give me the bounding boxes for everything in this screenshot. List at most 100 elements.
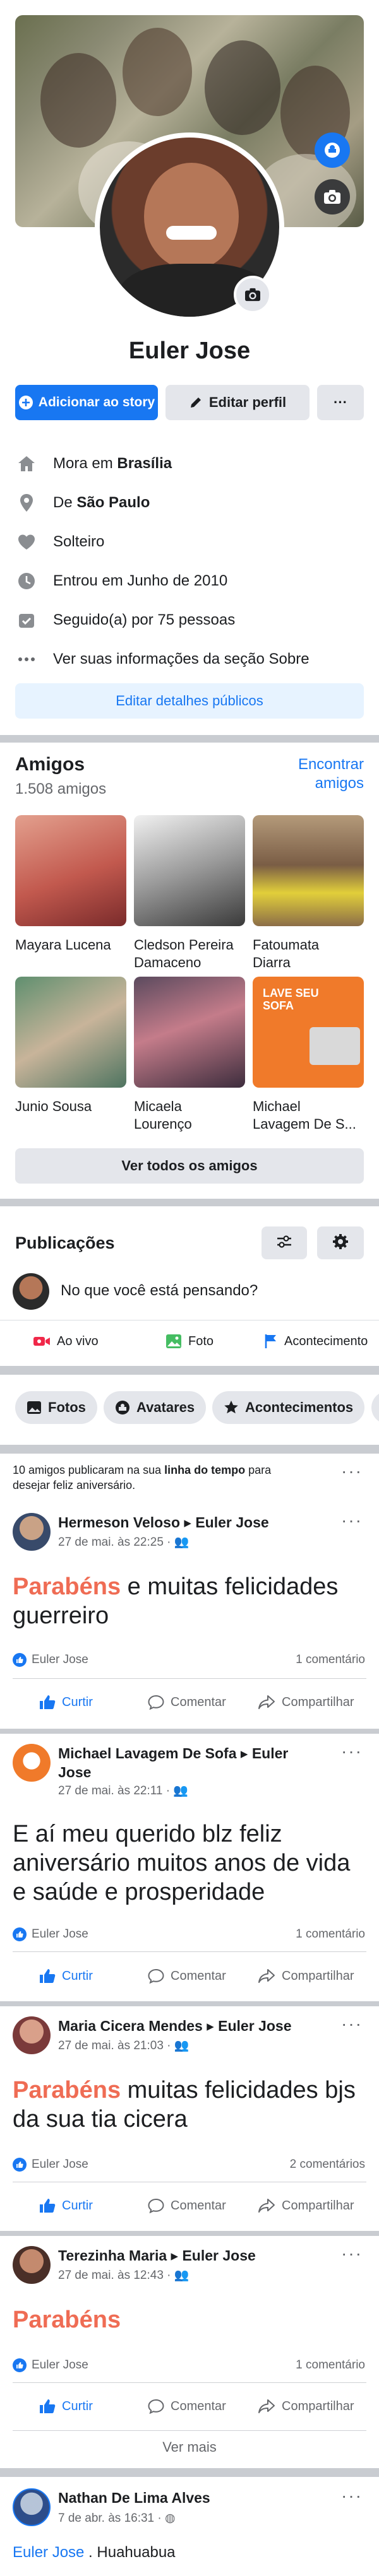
publications-title: Publicações xyxy=(15,1233,115,1252)
cover-camera-icon[interactable] xyxy=(315,179,350,215)
post-timestamp[interactable]: 27 de mai. às 12:43 · xyxy=(58,2269,174,2282)
post-text: Parabéns e muitas felicidades guerreiro xyxy=(13,1572,366,1630)
comment-button[interactable]: Comentar xyxy=(148,1690,226,1715)
photo-button[interactable]: Foto xyxy=(165,1329,214,1354)
post-meta: 27 de mai. às 21:03 · 👥 xyxy=(58,2038,189,2053)
post-author-avatar[interactable] xyxy=(13,2016,51,2054)
friend-name-line2: Lourenço xyxy=(134,1116,192,1132)
edit-profile-button[interactable]: Editar perfil xyxy=(165,385,310,420)
like-button[interactable]: Curtir xyxy=(39,2394,93,2419)
info-about-link[interactable]: Ver suas informações da seção Sobre xyxy=(15,647,310,672)
friend-card[interactable]: LAVE SEU SOFA Michael Lavagem De S... xyxy=(253,977,364,1133)
like-reaction-icon xyxy=(13,1653,27,1667)
share-arrow-icon xyxy=(258,2399,275,2414)
info-followers[interactable]: Seguido(a) por 75 pessoas xyxy=(15,608,235,633)
like-button[interactable]: Curtir xyxy=(39,1963,93,1989)
post-author[interactable]: Michael Lavagem De Sofa ▸ Euler Jose xyxy=(58,1744,323,1782)
friend-card[interactable]: Fatoumata Diarra xyxy=(253,815,364,972)
find-friends-link[interactable]: Encontrar amigos xyxy=(298,755,364,793)
comment-button[interactable]: Comentar xyxy=(148,1963,226,1989)
more-options-button[interactable]: ··· xyxy=(317,385,364,420)
friend-card[interactable]: Junio Sousa xyxy=(15,977,126,1115)
share-button[interactable]: Compartilhar xyxy=(258,1690,354,1715)
reaction-summary[interactable]: Euler Jose xyxy=(13,1653,88,1667)
heart-icon xyxy=(15,531,38,553)
add-story-button[interactable]: Adicionar ao story xyxy=(15,385,158,420)
share-button[interactable]: Compartilhar xyxy=(258,2394,354,2419)
filter-avatars-pill[interactable]: Avatares xyxy=(104,1391,207,1424)
friend-name: Michael xyxy=(253,1098,301,1114)
globe-icon: ◍ xyxy=(165,2512,176,2525)
post-menu-icon[interactable]: ··· xyxy=(341,2014,363,2034)
comment-button[interactable]: Comentar xyxy=(148,2394,226,2419)
filter-more-pill[interactable] xyxy=(371,1391,379,1424)
post-menu-icon[interactable]: ··· xyxy=(341,1510,363,1531)
see-all-friends-label: Ver todos os amigos xyxy=(121,1158,258,1173)
birthday-note-timeline[interactable]: linha do tempo xyxy=(164,1464,245,1476)
live-video-icon xyxy=(33,1335,51,1348)
post-timestamp[interactable]: 27 de mai. às 22:11 · xyxy=(58,1784,173,1797)
post-author[interactable]: Nathan De Lima Alves xyxy=(58,2488,210,2507)
followers-icon xyxy=(15,609,38,632)
post-settings-button[interactable] xyxy=(317,1226,364,1259)
comment-count[interactable]: 1 comentário xyxy=(296,1653,365,1667)
more-options-icon[interactable]: ··· xyxy=(341,1461,363,1481)
profile-camera-icon[interactable] xyxy=(234,276,272,314)
composer-avatar[interactable] xyxy=(13,1273,49,1310)
post-timestamp[interactable]: 27 de mai. às 21:03 · xyxy=(58,2039,174,2052)
reactor-name: Euler Jose xyxy=(32,1653,88,1666)
friend-card[interactable]: Cledson Pereira Damaceno xyxy=(134,815,245,972)
comment-label: Comentar xyxy=(171,1695,226,1709)
see-all-friends-button[interactable]: Ver todos os amigos xyxy=(15,1148,364,1184)
see-more-link[interactable]: Ver mais xyxy=(0,2439,379,2455)
comment-count[interactable]: 1 comentário xyxy=(296,1927,365,1941)
post-menu-icon[interactable]: ··· xyxy=(341,2244,363,2264)
friends-title: Amigos xyxy=(15,754,85,775)
post-timestamp[interactable]: 7 de abr. às 16:31 · xyxy=(58,2512,165,2525)
live-button[interactable]: Ao vivo xyxy=(33,1329,99,1354)
comment-button[interactable]: Comentar xyxy=(148,2193,226,2218)
more-dots: ··· xyxy=(334,394,347,410)
like-button[interactable]: Curtir xyxy=(39,2193,93,2218)
reaction-summary[interactable]: Euler Jose xyxy=(13,2358,88,2372)
tagged-user-link[interactable]: Euler Jose xyxy=(13,2544,84,2561)
comment-count[interactable]: 2 comentários xyxy=(290,2158,365,2172)
friends-privacy-icon: 👥 xyxy=(174,2039,190,2052)
post-author[interactable]: Terezinha Maria ▸ Euler Jose xyxy=(58,2246,256,2265)
post-author-avatar[interactable] xyxy=(13,1744,51,1782)
reaction-summary[interactable]: Euler Jose xyxy=(13,2158,88,2172)
friend-name: Mayara Lucena xyxy=(15,937,111,953)
post-author[interactable]: Maria Cicera Mendes ▸ Euler Jose xyxy=(58,2016,291,2035)
post-text: Parabéns muitas felicidades bjs da sua t… xyxy=(13,2076,366,2134)
post-text: E aí meu querido blz feliz aniversário m… xyxy=(13,1821,351,1905)
composer-input[interactable]: No que você está pensando? xyxy=(61,1282,258,1300)
filter-settings-button[interactable] xyxy=(262,1226,307,1259)
life-event-button[interactable]: Acontecimento xyxy=(264,1329,368,1354)
filter-photos-pill[interactable]: Fotos xyxy=(15,1391,97,1424)
post-author-avatar[interactable] xyxy=(13,2246,51,2284)
friend-card[interactable]: Mayara Lucena xyxy=(15,815,126,954)
post-author[interactable]: Hermeson Veloso ▸ Euler Jose xyxy=(58,1513,269,1532)
share-arrow-icon xyxy=(258,1695,275,1710)
post-author-avatar[interactable] xyxy=(13,2488,51,2526)
avatar-editor-icon[interactable] xyxy=(315,132,350,168)
info-from-city[interactable]: São Paulo xyxy=(76,494,150,512)
info-lives-city[interactable]: Brasília xyxy=(117,455,172,473)
post-menu-icon[interactable]: ··· xyxy=(341,2486,363,2506)
flag-icon xyxy=(264,1334,278,1349)
post-text: Euler Jose . Huahuabua xyxy=(13,2544,176,2561)
post-timestamp[interactable]: 27 de mai. às 22:25 · xyxy=(58,1536,174,1549)
post-menu-icon[interactable]: ··· xyxy=(341,1741,363,1761)
share-button[interactable]: Compartilhar xyxy=(258,2193,354,2218)
friend-card[interactable]: Micaela Lourenço xyxy=(134,977,245,1133)
post-author-avatar[interactable] xyxy=(13,1513,51,1551)
find-friends-line1: Encontrar xyxy=(298,756,364,773)
friend-photo-ad-text: LAVE SEU SOFA xyxy=(263,987,319,1012)
like-reaction-icon xyxy=(13,1927,27,1941)
filter-events-pill[interactable]: Acontecimentos xyxy=(212,1391,365,1424)
like-button[interactable]: Curtir xyxy=(39,1690,93,1715)
share-button[interactable]: Compartilhar xyxy=(258,1963,354,1989)
edit-public-details-button[interactable]: Editar detalhes públicos xyxy=(15,683,364,719)
reaction-summary[interactable]: Euler Jose xyxy=(13,1927,88,1941)
comment-count[interactable]: 1 comentário xyxy=(296,2358,365,2372)
